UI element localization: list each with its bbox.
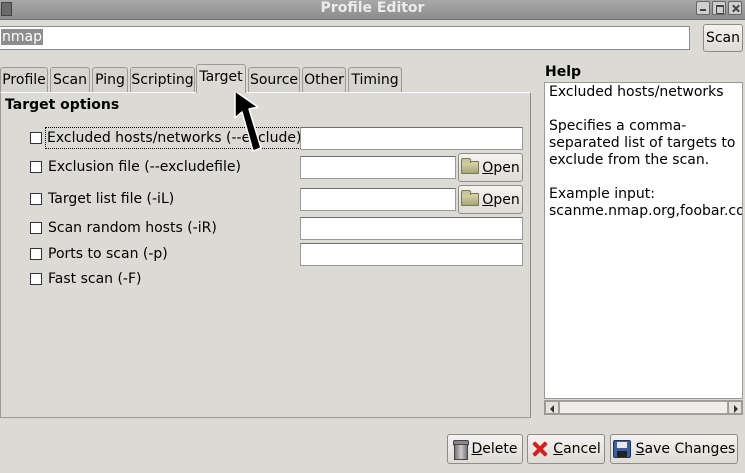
fast-scan-checkbox[interactable] <box>30 273 42 285</box>
folder-icon <box>461 158 480 174</box>
save-changes-button[interactable]: Save Changes <box>610 434 738 464</box>
excludefile-input[interactable] <box>300 156 456 179</box>
profile-name-input[interactable]: nmap <box>0 26 690 50</box>
excludefile-label[interactable]: Exclusion file (--excludefile) <box>48 157 241 177</box>
fast-scan-label[interactable]: Fast scan (-F) <box>48 269 142 289</box>
targetlist-input[interactable] <box>300 188 456 211</box>
close-icon[interactable] <box>728 1 742 15</box>
targetlist-label[interactable]: Target list file (-iL) <box>48 189 174 209</box>
scroll-left-icon[interactable] <box>545 401 559 414</box>
scan-button[interactable]: Scan <box>703 24 743 52</box>
help-example: Example input: scanme.nmap.org,foobar.co… <box>549 186 743 219</box>
random-hosts-input[interactable] <box>300 217 523 240</box>
save-icon <box>612 440 631 458</box>
folder-icon <box>461 190 480 206</box>
random-hosts-label[interactable]: Scan random hosts (-iR) <box>48 218 217 238</box>
ports-input[interactable] <box>300 243 523 266</box>
maximize-icon[interactable] <box>712 1 726 15</box>
tab-target[interactable]: Target <box>196 64 246 93</box>
help-description: Specifies a comma- separated list of tar… <box>549 118 736 168</box>
scrollbar-thumb[interactable] <box>559 401 728 414</box>
tab-other[interactable]: Other <box>302 67 346 92</box>
tab-timing[interactable]: Timing <box>348 67 402 92</box>
help-heading: Excluded hosts/networks <box>549 84 724 100</box>
tab-scripting[interactable]: Scripting <box>130 67 195 92</box>
cancel-button[interactable]: Cancel <box>527 434 605 464</box>
title-bar: Profile Editor <box>0 0 745 20</box>
trash-icon <box>452 440 469 460</box>
section-title: Target options <box>5 97 120 113</box>
excludefile-open-button[interactable]: Open <box>458 153 523 182</box>
tab-scan[interactable]: Scan <box>50 67 90 92</box>
minimize-icon[interactable] <box>696 1 710 15</box>
delete-button[interactable]: Delete <box>447 434 523 464</box>
cancel-icon <box>531 440 549 458</box>
arrow-pointer-icon <box>234 90 262 152</box>
targetlist-open-button[interactable]: Open <box>458 185 523 214</box>
tab-profile[interactable]: Profile <box>0 67 48 92</box>
help-horizontal-scrollbar[interactable] <box>544 400 743 415</box>
ports-label[interactable]: Ports to scan (-p) <box>48 244 168 264</box>
exclude-input[interactable] <box>300 127 523 150</box>
exclude-checkbox[interactable] <box>30 132 42 144</box>
ports-checkbox[interactable] <box>30 248 42 260</box>
help-text[interactable]: Excluded hosts/networks Specifies a comm… <box>544 82 743 399</box>
window-title: Profile Editor <box>320 0 425 16</box>
targetlist-checkbox[interactable] <box>30 193 42 205</box>
tab-ping[interactable]: Ping <box>92 67 128 92</box>
scroll-right-icon[interactable] <box>728 401 742 414</box>
profile-name-value: nmap <box>1 29 43 45</box>
random-hosts-checkbox[interactable] <box>30 222 42 234</box>
excludefile-checkbox[interactable] <box>30 161 42 173</box>
help-title: Help <box>545 64 582 80</box>
